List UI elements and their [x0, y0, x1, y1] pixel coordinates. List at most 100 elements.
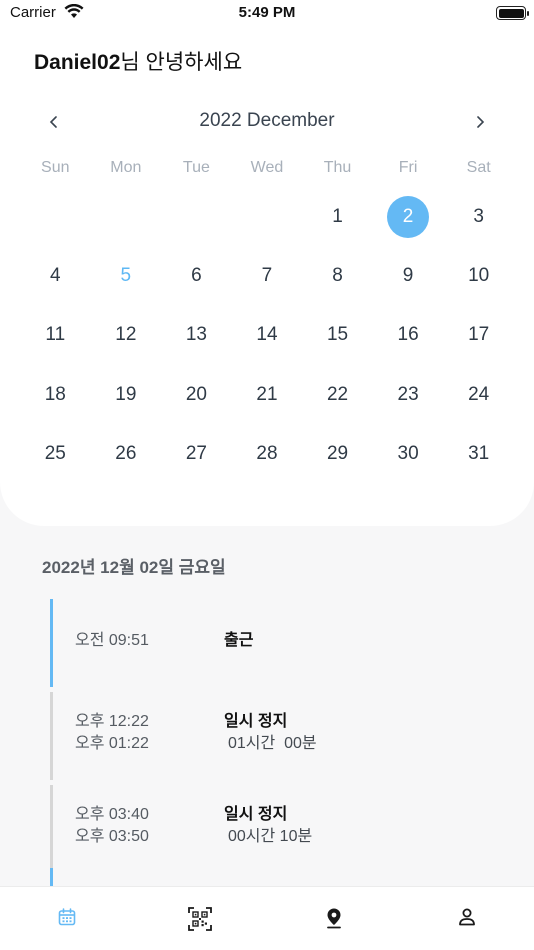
- day-number: 9: [402, 265, 414, 287]
- day-cell[interactable]: 29: [302, 425, 373, 484]
- weekday-label: Tue: [182, 159, 210, 176]
- day-number: 2: [387, 195, 430, 238]
- empty-day-cell: [91, 187, 162, 246]
- day-cell[interactable]: 8: [302, 246, 373, 305]
- entry-info: 출근: [224, 630, 253, 652]
- day-number: 20: [185, 383, 207, 405]
- timeline-bar: [50, 785, 53, 873]
- entry-time: 오후 03:40: [75, 806, 149, 823]
- timeline-entry[interactable]: 오후 03:40 오후 03:50 일시 정지 00시간 10분: [50, 785, 490, 873]
- day-number: 14: [256, 324, 278, 346]
- entry-time: 오후 03:50: [75, 828, 149, 845]
- entry-times: 오전 09:51: [75, 630, 149, 652]
- tab-qr[interactable]: [134, 887, 268, 950]
- weekday-label: Sat: [466, 159, 491, 176]
- weekday-label: Thu: [323, 159, 352, 176]
- day-number: 16: [397, 324, 419, 346]
- day-cell[interactable]: 27: [161, 425, 232, 484]
- entry-time: 오후 12:22: [75, 713, 149, 730]
- battery-icon: [496, 6, 529, 20]
- clock: 5:49 PM: [238, 4, 296, 21]
- timeline-entry[interactable]: 오전 09:51 출근: [50, 599, 490, 687]
- day-cell[interactable]: 23: [373, 365, 444, 424]
- tab-bar: [0, 886, 534, 950]
- empty-day-cell: [161, 187, 232, 246]
- day-number: 13: [185, 324, 207, 346]
- weekday-label: Fri: [398, 159, 418, 176]
- day-cell-selected[interactable]: 2: [373, 187, 444, 246]
- day-cell[interactable]: 14: [232, 306, 303, 365]
- day-number: 3: [473, 205, 484, 227]
- day-number: 7: [261, 265, 273, 287]
- calendar-card: Daniel02님 안녕하세요 2022 December Sun Mon Tue W…: [0, 28, 534, 526]
- day-number: 11: [45, 324, 66, 346]
- day-number: 25: [44, 443, 66, 465]
- timeline-bar: [50, 599, 53, 687]
- timeline-entry[interactable]: 오후 12:22 오후 01:22 일시 정지 01시간 00분: [50, 692, 490, 780]
- day-cell[interactable]: 17: [443, 306, 514, 365]
- empty-day-cell: [20, 187, 91, 246]
- weekday-row: Sun Mon Tue Wed Thu Fri Sat: [20, 159, 514, 179]
- day-number: 18: [44, 383, 66, 405]
- day-cell[interactable]: 24: [443, 365, 514, 424]
- day-cell[interactable]: 22: [302, 365, 373, 424]
- calendar-header: 2022 December: [0, 108, 534, 136]
- day-cell[interactable]: 28: [232, 425, 303, 484]
- day-cell[interactable]: 7: [232, 246, 303, 305]
- day-number: 29: [326, 443, 349, 465]
- day-number: 8: [332, 265, 343, 287]
- entry-info: 일시 정지 00시간 10분: [224, 804, 312, 848]
- day-grid: 1 2 3 4 5 6 7 8 9 10 11 12 13 14 15 16 17 18 19 20 21 22 23 24 2…: [20, 187, 514, 484]
- tab-profile[interactable]: [401, 887, 534, 950]
- day-number: 31: [468, 443, 490, 465]
- day-cell[interactable]: 20: [161, 365, 232, 424]
- person-icon: [459, 908, 476, 926]
- weekday-label: Wed: [250, 159, 284, 176]
- entry-times: 오후 03:40 오후 03:50: [75, 804, 149, 848]
- day-cell[interactable]: 31: [443, 425, 514, 484]
- qr-code-icon: [188, 907, 213, 931]
- day-cell[interactable]: 25: [20, 425, 91, 484]
- next-month-button[interactable]: [466, 108, 494, 136]
- day-number: 19: [115, 383, 137, 405]
- weekday-label: Sun: [41, 159, 70, 176]
- greeting-text: 님 안녕하세요: [120, 51, 243, 74]
- day-cell[interactable]: 6: [161, 246, 232, 305]
- day-cell[interactable]: 18: [20, 365, 91, 424]
- entry-label: 일시 정지: [224, 806, 288, 823]
- day-cell[interactable]: 12: [91, 306, 162, 365]
- entry-duration: 00시간 10분: [228, 828, 313, 845]
- selected-date-heading: 2022년 12월 02일 금요일: [42, 558, 226, 577]
- tab-calendar[interactable]: [0, 887, 134, 950]
- entry-times: 오후 12:22 오후 01:22: [75, 711, 149, 755]
- day-number: 24: [468, 383, 490, 405]
- day-cell[interactable]: 1: [302, 187, 373, 246]
- day-cell[interactable]: 5: [91, 246, 162, 305]
- day-cell[interactable]: 16: [373, 306, 444, 365]
- day-cell[interactable]: 26: [91, 425, 162, 484]
- empty-day-cell: [232, 187, 303, 246]
- day-cell[interactable]: 11: [20, 306, 91, 365]
- user-name: Daniel02: [34, 51, 121, 74]
- day-number: 26: [115, 443, 137, 465]
- tab-location[interactable]: [267, 887, 401, 950]
- entry-time: 오전 09:51: [75, 632, 149, 649]
- day-number: 27: [185, 443, 207, 465]
- weekday-label: Mon: [110, 159, 142, 176]
- day-cell[interactable]: 21: [232, 365, 303, 424]
- day-cell[interactable]: 9: [373, 246, 444, 305]
- day-cell[interactable]: 4: [20, 246, 91, 305]
- day-cell[interactable]: 19: [91, 365, 162, 424]
- entry-label: 일시 정지: [224, 713, 288, 730]
- calendar-icon: [58, 908, 76, 926]
- status-bar: Carrier 5:49 PM: [0, 0, 534, 28]
- day-cell[interactable]: 15: [302, 306, 373, 365]
- day-cell[interactable]: 13: [161, 306, 232, 365]
- day-cell[interactable]: 3: [443, 187, 514, 246]
- entry-time: 오후 01:22: [75, 735, 149, 752]
- timeline-bar: [50, 692, 53, 780]
- greeting: Daniel02님 안녕하세요: [34, 46, 242, 76]
- day-number: 28: [256, 443, 278, 465]
- day-cell[interactable]: 10: [443, 246, 514, 305]
- day-cell[interactable]: 30: [373, 425, 444, 484]
